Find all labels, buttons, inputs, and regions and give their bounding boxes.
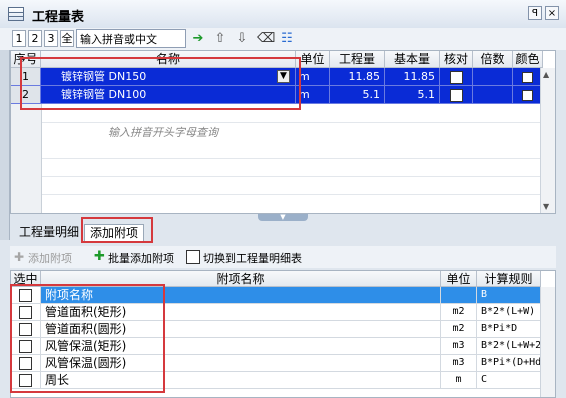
- empty-row: [11, 176, 555, 195]
- col-header-rule[interactable]: 计算规则: [477, 271, 541, 287]
- item-rule[interactable]: B: [477, 287, 541, 304]
- arrow-up-icon[interactable]: ⇧: [212, 31, 228, 47]
- color-cell: [513, 86, 543, 104]
- vertical-scrollbar[interactable]: ▲ ▼: [540, 68, 555, 213]
- row-header-strip: [11, 104, 42, 213]
- empty-row: [11, 158, 555, 177]
- close-icon[interactable]: ×: [545, 6, 559, 20]
- row-base: 11.85: [385, 68, 440, 86]
- item-unit: [441, 287, 477, 304]
- switch-checkbox[interactable]: [186, 250, 200, 264]
- item-unit: m3: [441, 338, 477, 355]
- empty-row: [11, 140, 555, 159]
- item-unit: m3: [441, 355, 477, 372]
- main-toolbar: 1 2 3 全 ➔ ⇧ ⇩ ⌫ ☷: [0, 28, 566, 50]
- scroll-down-icon: ▼: [543, 202, 550, 211]
- row-quantity[interactable]: 5.1: [330, 86, 385, 104]
- item-rule[interactable]: C: [477, 372, 541, 389]
- check-cell: [440, 86, 473, 104]
- item-unit: m2: [441, 304, 477, 321]
- item-unit: m2: [441, 321, 477, 338]
- plus-icon-disabled: ✚: [14, 250, 25, 264]
- items-highlight: [10, 284, 165, 393]
- arrow-down-icon[interactable]: ⇩: [234, 31, 250, 47]
- clear-icon[interactable]: ⌫: [257, 31, 275, 47]
- color-cell: [513, 68, 543, 86]
- level-all-button[interactable]: 全: [60, 30, 74, 47]
- row-quantity[interactable]: 11.85: [330, 68, 385, 86]
- search-input[interactable]: [76, 29, 186, 48]
- check-cell: [440, 68, 473, 86]
- list-check-icon[interactable]: ☷: [279, 31, 295, 47]
- item-rule[interactable]: B*Pi*D: [477, 321, 541, 338]
- col-header-unit[interactable]: 单位: [296, 51, 330, 68]
- table-icon: [8, 7, 24, 21]
- multiple-cell[interactable]: [473, 68, 513, 86]
- window-title-bar: 工程量表 ꟼ ×: [0, 0, 566, 29]
- col-header-color[interactable]: 颜色: [513, 51, 543, 68]
- batch-add-button[interactable]: 批量添加附项: [108, 250, 174, 266]
- row-unit: m: [296, 86, 330, 104]
- item-unit: m: [441, 372, 477, 389]
- col-header-multiple[interactable]: 倍数: [473, 51, 513, 68]
- vertical-scrollbar[interactable]: [540, 287, 555, 397]
- color-swatch[interactable]: [522, 71, 533, 83]
- row-base: 5.1: [385, 86, 440, 104]
- item-rule[interactable]: B*2*(L+W+2: [477, 338, 541, 355]
- item-rule[interactable]: B*Pi*(D+Hd: [477, 355, 541, 372]
- scroll-up-icon: ▲: [543, 70, 550, 79]
- color-swatch[interactable]: [522, 89, 533, 101]
- add-item-button[interactable]: 添加附项: [28, 250, 72, 266]
- row-unit: m: [296, 68, 330, 86]
- switch-label: 切换到工程量明细表: [203, 252, 302, 265]
- search-hint-text: 输入拼音开头字母查询: [108, 126, 218, 139]
- check-checkbox[interactable]: [449, 88, 463, 102]
- item-rule[interactable]: B*2*(L+W): [477, 304, 541, 321]
- pin-icon[interactable]: ꟼ: [528, 6, 542, 20]
- sub-toolbar: ✚ 添加附项 ✚ 批量添加附项 切换到工程量明细表: [10, 246, 556, 268]
- col-header-unit[interactable]: 单位: [441, 271, 477, 287]
- window-title: 工程量表: [32, 10, 85, 25]
- level-1-button[interactable]: 1: [12, 30, 26, 47]
- arrow-right-icon[interactable]: ➔: [190, 31, 206, 47]
- col-header-quantity[interactable]: 工程量: [330, 51, 385, 68]
- tab-highlight: [81, 217, 153, 243]
- check-checkbox[interactable]: [449, 70, 463, 84]
- plus-icon: ✚: [94, 249, 105, 264]
- level-2-button[interactable]: 2: [28, 30, 42, 47]
- tab-quantity-detail[interactable]: 工程量明细: [14, 224, 84, 242]
- col-header-base[interactable]: 基本量: [385, 51, 440, 68]
- left-dock-strip: [0, 50, 10, 240]
- rows-highlight: [20, 57, 301, 110]
- level-3-button[interactable]: 3: [44, 30, 58, 47]
- col-header-check[interactable]: 核对: [440, 51, 473, 68]
- multiple-cell[interactable]: [473, 86, 513, 104]
